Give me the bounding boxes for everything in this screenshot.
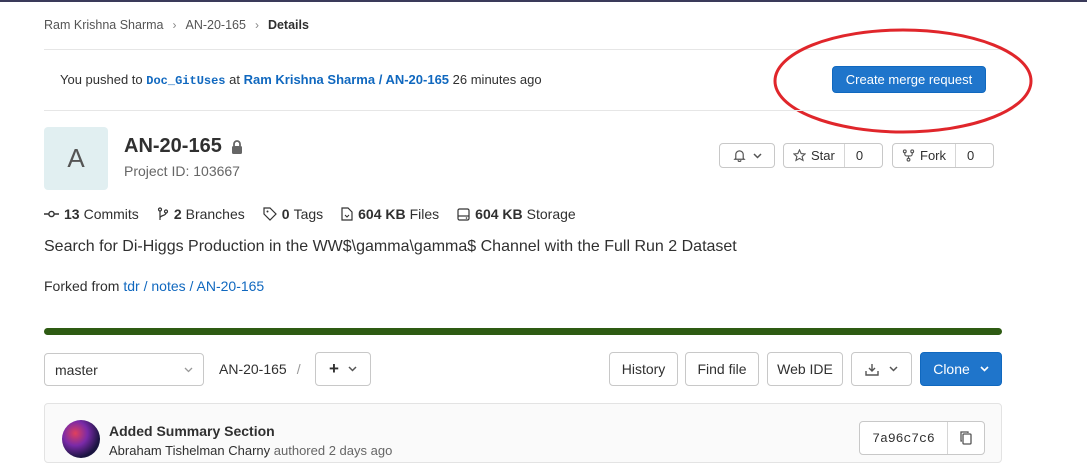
lock-icon [231, 139, 243, 154]
add-to-tree-button[interactable]: + [315, 352, 371, 386]
divider [44, 49, 1002, 50]
storage-label: Storage [526, 206, 576, 222]
repo-path: AN-20-165 / [219, 361, 301, 377]
star-label: Star [811, 148, 835, 163]
commits-stat[interactable]: 13 Commits [44, 206, 139, 222]
tags-label: Tags [293, 206, 324, 222]
copy-sha-button[interactable] [948, 422, 984, 454]
breadcrumb-current[interactable]: Details [268, 18, 309, 32]
commit-author[interactable]: Abraham Tishelman Charny [109, 443, 270, 458]
clone-label: Clone [933, 361, 970, 377]
fork-label: Fork [920, 148, 946, 163]
push-banner-text: You pushed to Doc_GitUses at Ram Krishna… [60, 72, 542, 88]
chevron-down-icon [184, 367, 193, 373]
breadcrumb-item-owner[interactable]: Ram Krishna Sharma [44, 18, 164, 32]
project-name: AN-20-165 [124, 135, 222, 157]
breadcrumb-item-project[interactable]: AN-20-165 [186, 18, 246, 32]
file-icon [341, 207, 353, 221]
commit-icon [44, 210, 59, 218]
bell-icon [732, 149, 746, 162]
chevron-down-icon [980, 366, 989, 372]
project-title: AN-20-165 [124, 135, 243, 158]
web-ide-button[interactable]: Web IDE [767, 352, 843, 386]
chevron-down-icon [348, 366, 357, 372]
storage-icon [457, 207, 470, 221]
branch-icon [157, 207, 168, 220]
project-description: Search for Di-Higgs Production in the WW… [44, 238, 737, 255]
fork-icon [902, 149, 915, 162]
chevron-down-icon [752, 152, 762, 159]
notification-button[interactable] [719, 143, 775, 168]
push-at: at [229, 72, 240, 87]
branch-link[interactable]: Doc_GitUses [146, 74, 225, 88]
fork-button[interactable]: Fork 0 [892, 143, 994, 168]
tags-stat[interactable]: 0 Tags [263, 206, 323, 222]
project-stats: 13 Commits 2 Branches 0 Tags 604 KB File… [44, 206, 594, 222]
branches-label: Branches [185, 206, 245, 222]
storage-size: 604 KB [475, 206, 523, 222]
forked-from-link[interactable]: tdr / notes / AN-20-165 [123, 278, 264, 294]
files-label: Files [409, 206, 440, 222]
download-icon [865, 363, 879, 376]
commits-label: Commits [83, 206, 139, 222]
copy-icon [960, 431, 972, 445]
path-separator: / [296, 361, 301, 377]
commit-title[interactable]: Added Summary Section [109, 423, 275, 439]
forked-from: Forked from tdr / notes / AN-20-165 [44, 278, 264, 294]
files-stat[interactable]: 604 KB Files [341, 206, 439, 222]
path-root[interactable]: AN-20-165 [219, 361, 287, 377]
star-icon [793, 149, 806, 162]
storage-stat: 604 KB Storage [457, 206, 576, 222]
create-merge-request-button[interactable]: Create merge request [832, 66, 986, 93]
project-id: Project ID: 103667 [124, 163, 240, 179]
branches-stat[interactable]: 2 Branches [157, 206, 245, 222]
star-button[interactable]: Star 0 [783, 143, 883, 168]
commit-sha-box: 7a96c7c6 [859, 421, 985, 455]
commit-meta: Abraham Tishelman Charny authored 2 days… [109, 443, 392, 458]
plus-icon: + [329, 359, 339, 378]
push-prefix: You pushed to [60, 72, 143, 87]
files-size: 604 KB [358, 206, 406, 222]
branches-count: 2 [173, 206, 182, 222]
chevron-down-icon [889, 366, 898, 372]
language-bar-fill [44, 328, 1002, 335]
commits-count: 13 [64, 206, 80, 222]
history-button[interactable]: History [609, 352, 678, 386]
find-file-button[interactable]: Find file [685, 352, 759, 386]
repository-language-bar [44, 328, 1002, 335]
top-border [0, 0, 1087, 2]
project-avatar: A [44, 127, 108, 190]
branch-select[interactable]: master [44, 353, 204, 386]
tags-count: 0 [281, 206, 290, 222]
project-link[interactable]: Ram Krishna Sharma / AN-20-165 [244, 72, 449, 87]
commit-time: authored 2 days ago [273, 443, 393, 458]
tag-icon [263, 207, 277, 221]
forked-prefix: Forked from [44, 278, 120, 294]
push-time: 26 minutes ago [452, 72, 542, 87]
branch-select-value: master [55, 361, 98, 378]
commit-sha[interactable]: 7a96c7c6 [860, 422, 948, 454]
chevron-right-icon: › [172, 18, 177, 32]
fork-count[interactable]: 0 [955, 144, 985, 167]
commit-author-avatar[interactable] [62, 420, 100, 458]
chevron-right-icon: › [254, 18, 259, 32]
breadcrumb: Ram Krishna Sharma › AN-20-165 › Details [44, 18, 309, 32]
download-button[interactable] [851, 352, 912, 386]
clone-button[interactable]: Clone [920, 352, 1002, 386]
star-count[interactable]: 0 [843, 144, 874, 167]
divider [44, 110, 1002, 111]
